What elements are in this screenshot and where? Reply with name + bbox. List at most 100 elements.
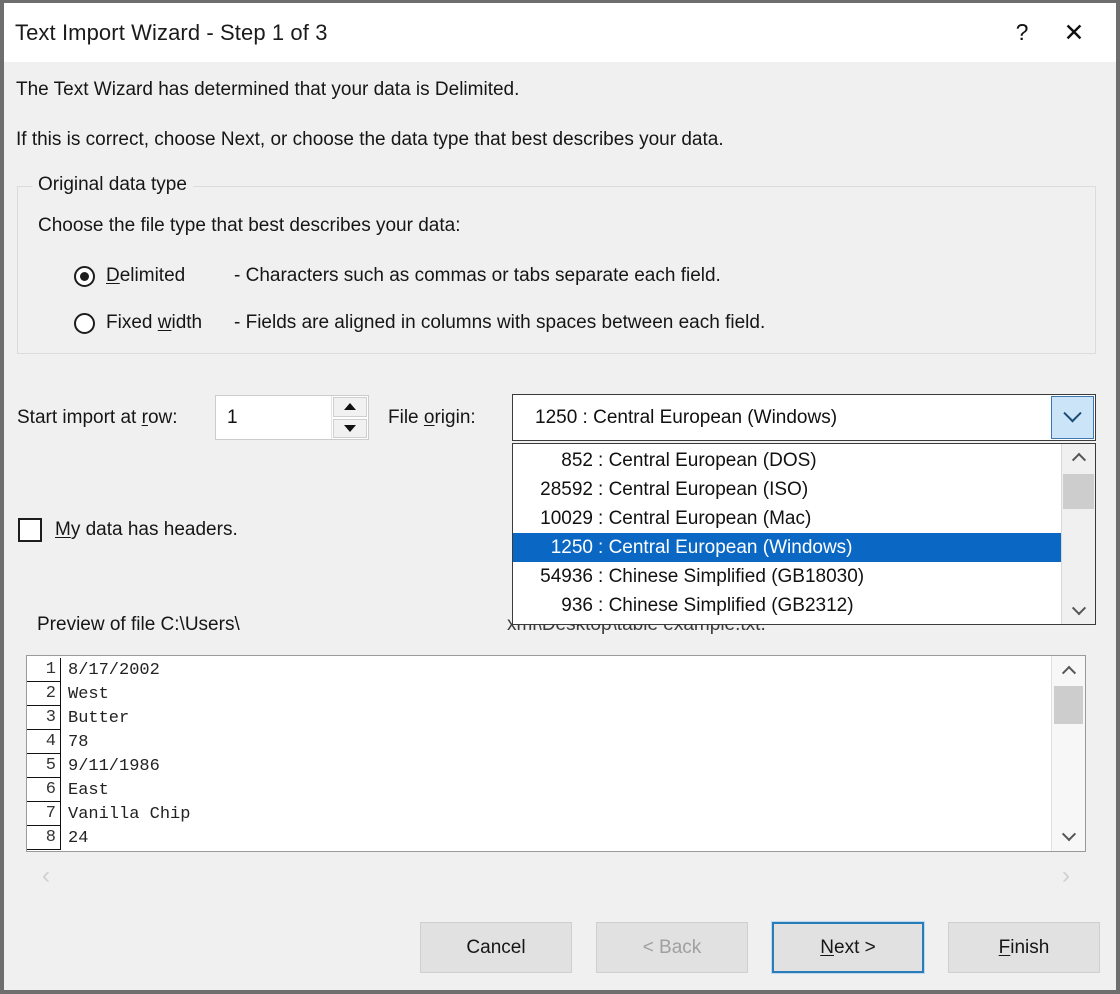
preview-line: 6East (27, 778, 1051, 802)
my-data-has-headers-label: My data has headers. (55, 519, 238, 541)
list-item[interactable]: 28592: Central European (ISO) (513, 475, 1061, 504)
back-button[interactable]: < Back (596, 922, 748, 973)
list-item-selected[interactable]: 1250: Central European (Windows) (513, 533, 1061, 562)
preview-line-number: 3 (27, 706, 61, 730)
preview-line-text: 78 (61, 733, 88, 752)
preview-horizontal-scrollbar[interactable]: ‹ › (26, 854, 1086, 898)
radio-fixed-width[interactable]: Fixed width (74, 312, 202, 334)
scroll-up-chevron-icon (1061, 666, 1075, 680)
scroll-down-chevron-icon (1061, 827, 1075, 841)
accel-o: o (424, 407, 435, 428)
spinner-buttons (331, 396, 368, 439)
radio-delimited[interactable]: Delimited (74, 265, 185, 287)
dropdown-scroll-thumb[interactable] (1063, 474, 1094, 509)
spinner-up-arrow-icon (344, 403, 356, 410)
list-item[interactable]: 852: Central European (DOS) (513, 446, 1061, 475)
dropdown-scrollbar[interactable] (1061, 444, 1095, 624)
preview-line-number: 2 (27, 682, 61, 706)
option-code: 852 (519, 450, 593, 472)
scroll-up-chevron-icon (1071, 453, 1085, 467)
next-button[interactable]: Next > (772, 922, 924, 973)
option-name: Central European (Mac) (609, 508, 812, 530)
my-data-has-headers-checkbox[interactable]: My data has headers. (18, 518, 238, 542)
preview-line: 3Butter (27, 706, 1051, 730)
dropdown-scroll-up-button[interactable] (1062, 444, 1095, 470)
option-name: Central European (DOS) (609, 450, 817, 472)
preview-line: 7Vanilla Chip (27, 802, 1051, 826)
preview-line-text: 9/11/1986 (61, 757, 160, 776)
accel-f: F (999, 937, 1011, 959)
finish-button[interactable]: Finish (948, 922, 1100, 973)
preview-vertical-scrollbar[interactable] (1051, 656, 1085, 851)
start-import-row-spinner[interactable]: 1 (215, 395, 369, 440)
group-legend: Original data type (32, 174, 193, 196)
start-import-label-pre: Start import at (17, 407, 142, 428)
list-item[interactable]: 54936: Chinese Simplified (GB18030) (513, 562, 1061, 591)
preview-scroll-up-button[interactable] (1052, 656, 1085, 684)
checkbox-indicator[interactable] (18, 518, 42, 542)
preview-scroll-down-button[interactable] (1052, 823, 1085, 851)
option-code: 28592 (519, 479, 593, 501)
radio-fixed-width-indicator[interactable] (74, 313, 95, 334)
file-origin-selected-value: 1250 : Central European (Windows) (513, 407, 1051, 429)
cancel-button[interactable]: Cancel (420, 922, 572, 973)
option-code: 10029 (519, 508, 593, 530)
original-data-type-group: Original data type Choose the file type … (17, 186, 1096, 354)
radio-delimited-label: Delimited (106, 265, 185, 287)
preview-line-text: West (61, 685, 109, 704)
spinner-down-button[interactable] (333, 419, 367, 439)
radio-delimited-indicator[interactable] (74, 266, 95, 287)
preview-line-number: 7 (27, 802, 61, 826)
next-button-label-rest: ext > (834, 937, 876, 959)
preview-line-number: 1 (27, 658, 61, 682)
preview-line-text: East (61, 781, 109, 800)
option-code: 1250 (519, 537, 593, 559)
option-sep: : (598, 450, 609, 472)
preview-scroll-thumb[interactable] (1054, 686, 1083, 724)
radio-delimited-label-rest: elimited (120, 265, 185, 286)
preview-line-text: 8/17/2002 (61, 661, 160, 680)
preview-line: 2West (27, 682, 1051, 706)
file-origin-label-pre: File (388, 407, 424, 428)
file-origin-label-post: rigin: (434, 407, 475, 428)
option-code: 936 (519, 595, 593, 617)
option-sep: : (598, 537, 609, 559)
help-button[interactable]: ? (996, 10, 1048, 56)
dialog-button-row: Cancel < Back Next > Finish (4, 922, 1116, 973)
radio-fixed-width-label: Fixed width (106, 312, 202, 334)
preview-line-number: 6 (27, 778, 61, 802)
list-item[interactable]: 936: Chinese Simplified (GB2312) (513, 591, 1061, 620)
radio-fixed-width-description: - Fields are aligned in columns with spa… (234, 312, 765, 334)
scroll-left-chevron-icon[interactable]: ‹ (42, 864, 50, 888)
my-data-has-headers-label-rest: y data has headers. (71, 519, 238, 540)
scroll-right-chevron-icon[interactable]: › (1062, 864, 1070, 888)
chevron-down-icon (1063, 404, 1081, 422)
preview-line-number: 8 (27, 826, 61, 850)
dropdown-scroll-down-button[interactable] (1062, 598, 1095, 624)
option-name: Chinese Simplified (GB18030) (609, 566, 865, 588)
option-code: 54936 (519, 566, 593, 588)
start-import-label: Start import at row: (17, 407, 178, 429)
file-origin-dropdown-button[interactable] (1051, 396, 1094, 439)
close-button[interactable]: ✕ (1048, 10, 1100, 56)
option-name: Central European (ISO) (609, 479, 809, 501)
file-origin-dropdown-list[interactable]: 852: Central European (DOS) 28592: Centr… (512, 443, 1096, 625)
accel-w: w (158, 312, 172, 333)
radio-fixed-width-label-rest: idth (171, 312, 202, 333)
window-title: Text Import Wizard - Step 1 of 3 (15, 20, 328, 46)
scroll-down-chevron-icon (1071, 601, 1085, 615)
intro-line-2: If this is correct, choose Next, or choo… (16, 129, 724, 151)
file-origin-combobox[interactable]: 1250 : Central European (Windows) (512, 394, 1096, 441)
dropdown-items: 852: Central European (DOS) 28592: Centr… (513, 444, 1061, 624)
list-item[interactable]: 10029: Central European (Mac) (513, 504, 1061, 533)
option-name: Central European (Windows) (609, 537, 853, 559)
spinner-up-button[interactable] (333, 397, 367, 417)
spinner-down-arrow-icon (344, 425, 356, 432)
dialog-body: The Text Wizard has determined that your… (4, 62, 1116, 990)
option-sep: : (598, 595, 609, 617)
start-import-row-input[interactable]: 1 (216, 396, 331, 439)
preview-line: 824 (27, 826, 1051, 850)
preview-line-text: 24 (61, 829, 88, 848)
radio-fixed-width-label-pre: Fixed (106, 312, 158, 333)
file-preview-box[interactable]: 18/17/2002 2West 3Butter 478 59/11/1986 … (26, 655, 1086, 852)
